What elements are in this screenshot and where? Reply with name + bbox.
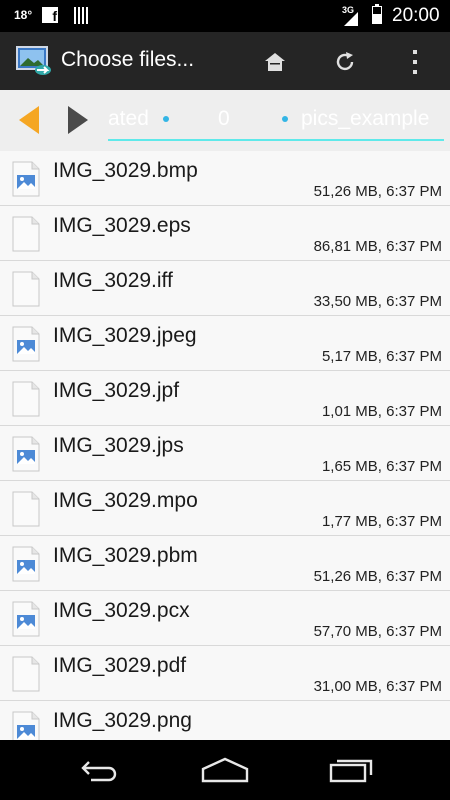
- file-name: IMG_3029.pcx: [53, 599, 190, 622]
- file-name: IMG_3029.pbm: [53, 544, 198, 567]
- file-meta: 33,50 MB, 6:37 PM: [313, 293, 442, 310]
- home-icon: [265, 53, 285, 71]
- image-file-icon: [12, 161, 40, 197]
- blank-file-icon: [12, 216, 40, 252]
- action-bar: Choose files...: [0, 32, 450, 90]
- facebook-notification-icon: f: [42, 7, 58, 24]
- file-meta: 1,77 MB, 6:37 PM: [321, 513, 442, 530]
- recent-apps-button[interactable]: [322, 750, 382, 790]
- file-meta: 51,26 MB, 6:37 PM: [313, 568, 442, 585]
- clock-text: 20:00: [392, 5, 440, 26]
- image-file-icon: [12, 601, 40, 637]
- battery-icon: [372, 4, 382, 24]
- breadcrumb-item-ated[interactable]: ated: [108, 107, 149, 131]
- blank-file-icon: [12, 491, 40, 527]
- file-row[interactable]: IMG_3029.jpeg 5,17 MB, 6:37 PM: [0, 316, 450, 371]
- app-logo-icon: [16, 46, 51, 75]
- file-name: IMG_3029.mpo: [53, 489, 198, 512]
- breadcrumb-item-pics-example[interactable]: pics_example: [301, 107, 429, 131]
- file-meta: 5,17 MB, 6:37 PM: [321, 348, 442, 365]
- file-name: IMG_3029.pdf: [53, 654, 187, 677]
- recent-apps-icon: [329, 759, 373, 783]
- image-file-icon: [12, 436, 40, 472]
- file-row[interactable]: IMG_3029.eps 86,81 MB, 6:37 PM: [0, 206, 450, 261]
- path-bar: ated 0 pics_example: [0, 90, 450, 151]
- forward-arrow-icon[interactable]: [68, 106, 88, 134]
- back-button[interactable]: [70, 750, 130, 790]
- breadcrumb-item-0[interactable]: 0: [218, 107, 230, 131]
- image-file-icon: [12, 711, 40, 740]
- file-name: IMG_3029.iff: [53, 269, 173, 292]
- file-meta: 1,65 MB, 6:37 PM: [321, 458, 442, 475]
- file-meta: 31,00 MB, 6:37 PM: [313, 678, 442, 695]
- blank-file-icon: [12, 271, 40, 307]
- breadcrumb-separator: [282, 116, 288, 122]
- file-name: IMG_3029.png: [53, 709, 192, 732]
- file-name: IMG_3029.jps: [53, 434, 184, 457]
- file-row[interactable]: IMG_3029.png: [0, 701, 450, 740]
- home-button[interactable]: [257, 44, 293, 80]
- file-name: IMG_3029.eps: [53, 214, 191, 237]
- home-outline-icon: [201, 757, 249, 783]
- file-name: IMG_3029.jpf: [53, 379, 180, 402]
- home-nav-button[interactable]: [195, 750, 255, 790]
- file-list: IMG_3029.bmp 51,26 MB, 6:37 PM IMG_3029.ep…: [0, 151, 450, 740]
- overflow-menu-button[interactable]: [397, 44, 433, 80]
- barcode-notification-icon: [74, 7, 90, 24]
- file-row[interactable]: IMG_3029.pdf 31,00 MB, 6:37 PM: [0, 646, 450, 701]
- temperature-text: 18°: [14, 8, 33, 22]
- status-bar: 18° f 3G 20:00: [0, 0, 450, 32]
- file-meta: 57,70 MB, 6:37 PM: [313, 623, 442, 640]
- more-vert-icon: [413, 50, 417, 74]
- system-nav-bar: [0, 740, 450, 800]
- blank-file-icon: [12, 656, 40, 692]
- signal-icon: [344, 12, 358, 26]
- file-row[interactable]: IMG_3029.pcx 57,70 MB, 6:37 PM: [0, 591, 450, 646]
- file-row[interactable]: IMG_3029.mpo 1,77 MB, 6:37 PM: [0, 481, 450, 536]
- path-underline: [108, 139, 444, 141]
- refresh-button[interactable]: [327, 44, 363, 80]
- image-file-icon: [12, 326, 40, 362]
- refresh-icon: [336, 52, 354, 71]
- file-meta: 1,01 MB, 6:37 PM: [321, 403, 442, 420]
- file-row[interactable]: IMG_3029.pbm 51,26 MB, 6:37 PM: [0, 536, 450, 591]
- file-name: IMG_3029.jpeg: [53, 324, 197, 347]
- file-meta: 51,26 MB, 6:37 PM: [313, 183, 442, 200]
- back-arrow-icon[interactable]: [19, 106, 39, 134]
- file-row[interactable]: IMG_3029.jpf 1,01 MB, 6:37 PM: [0, 371, 450, 426]
- breadcrumb: ated 0 pics_example: [108, 107, 442, 133]
- file-row[interactable]: IMG_3029.jps 1,65 MB, 6:37 PM: [0, 426, 450, 481]
- blank-file-icon: [12, 381, 40, 417]
- file-row[interactable]: IMG_3029.bmp 51,26 MB, 6:37 PM: [0, 151, 450, 206]
- file-meta: 86,81 MB, 6:37 PM: [313, 238, 442, 255]
- back-icon: [81, 761, 117, 782]
- file-row[interactable]: IMG_3029.iff 33,50 MB, 6:37 PM: [0, 261, 450, 316]
- breadcrumb-separator: [163, 116, 169, 122]
- image-file-icon: [12, 546, 40, 582]
- file-name: IMG_3029.bmp: [53, 159, 198, 182]
- screen-title: Choose files...: [61, 48, 195, 71]
